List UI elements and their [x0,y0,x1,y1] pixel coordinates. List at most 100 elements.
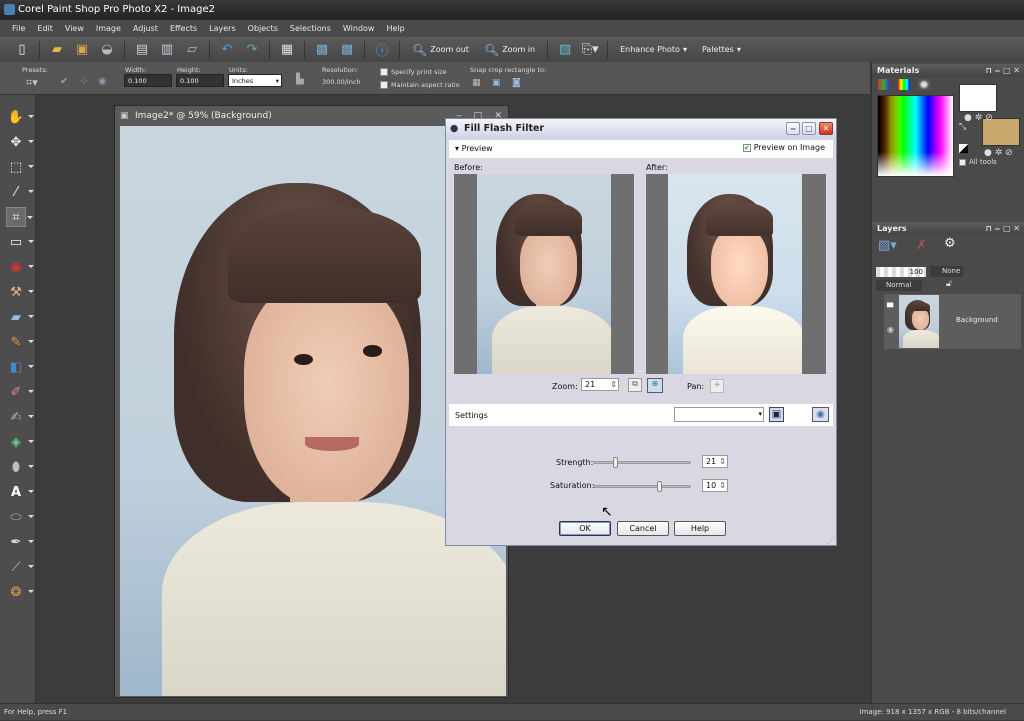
swap-colors-icon[interactable]: ⤡ [959,122,966,132]
fit-preview-icon[interactable]: ⧉ [628,378,642,392]
open-folder-icon[interactable]: ▰ [47,41,67,59]
straighten-tool-icon[interactable]: ▭ [6,232,34,252]
apply-check-icon[interactable]: ✔ [60,76,68,87]
paint-brush-tool-icon[interactable]: ✎ [6,332,34,352]
one-step-fix-icon[interactable]: ▩ [312,41,332,59]
strength-spinner[interactable]: 21 [702,455,728,468]
menu-image[interactable]: Image [90,24,127,33]
resize-grip-icon[interactable]: ⋰ [827,536,835,545]
browse-icon[interactable]: ▣ [72,41,92,59]
height-input[interactable]: 0.100 [176,74,224,87]
palette-window-controls[interactable]: ⊓ ‒ □ ✕ [985,64,1020,77]
menu-view[interactable]: View [59,24,90,33]
red-eye-tool-icon[interactable]: ◉ [6,257,34,277]
crop-preset-icon[interactable]: ⌗▾ [26,76,38,90]
settings-preset-select[interactable]: ▾ [674,407,764,422]
preview-on-image-checkbox[interactable]: ✔ Preview on Image [742,143,825,152]
palette-window-controls[interactable]: ⊓ ‒ □ ✕ [985,222,1020,235]
pen-tool-icon[interactable]: ✒ [6,532,34,552]
reset-colors-icon[interactable] [959,144,968,153]
foreground-swatch[interactable] [959,84,997,112]
width-input[interactable]: 0.100 [124,74,172,87]
zoom-out-button[interactable]: 🔍︎ Zoom out [407,43,474,57]
slider-thumb[interactable] [613,457,619,468]
all-tools-checkbox[interactable]: All tools [959,158,997,166]
smudge-tool-icon[interactable]: ✍ [6,407,34,427]
menu-help[interactable]: Help [380,24,410,33]
saturation-slider[interactable] [593,481,691,492]
menu-layers[interactable]: Layers [203,24,241,33]
checkbox[interactable] [380,68,388,76]
picture-tube-icon[interactable]: ❂ [6,582,34,602]
new-layer-icon[interactable]: ▨▾ [878,238,897,253]
undo-icon[interactable]: ↶ [217,41,237,59]
enhance-photo-menu[interactable]: Enhance Photo ▾ [615,45,692,54]
color-picker[interactable] [877,95,954,177]
warp-brush-icon[interactable]: ⟋ [6,557,34,577]
text-tool-icon[interactable]: A [6,482,34,502]
snap-image-icon[interactable]: ◙ [512,78,521,88]
layer-item-background[interactable]: ▀ ◉ Background [884,294,1021,349]
saturation-spinner[interactable]: 10 [702,479,728,492]
copy-dropdown-icon[interactable]: ⎘▾ [580,41,600,59]
crop-tool-icon[interactable]: ⌗ [6,207,33,227]
reset-icon[interactable]: ◉ [812,407,829,422]
clone-tool-icon[interactable]: ⚒ [6,282,34,302]
menu-edit[interactable]: Edit [31,24,59,33]
brush-variance-icon[interactable]: ⬮ [6,457,34,477]
save-preset-icon[interactable]: ▣ [769,407,784,422]
units-select[interactable]: Inches ▾ [228,74,282,87]
after-preview[interactable] [646,174,826,374]
eraser-tool-icon[interactable]: ✐ [6,382,34,402]
strength-slider[interactable] [593,457,691,468]
dropper-tool-icon[interactable]: ⁄ [6,182,34,202]
layers-palette-header[interactable]: Layers ⊓ ‒ □ ✕ [872,222,1024,235]
smart-fix-icon[interactable]: ▩ [337,41,357,59]
save-as-icon[interactable]: ▥ [157,41,177,59]
redo-icon[interactable]: ↷ [242,41,262,59]
before-preview[interactable] [454,174,634,374]
preview-toggle[interactable]: ▾ Preview [455,144,493,153]
print-icon[interactable]: ▱ [182,41,202,59]
rainbow-tab-icon[interactable] [898,79,910,90]
crop-as-new-icon[interactable]: ⊹ [80,76,88,87]
clear-icon[interactable]: ◉ [98,76,107,87]
organizer-icon[interactable]: ▧ [555,41,575,59]
info-icon[interactable]: ⓘ [372,41,392,59]
pan-icon[interactable]: + [710,379,724,393]
frame-tab-icon[interactable] [878,79,890,90]
cancel-button[interactable]: Cancel [617,521,669,536]
snap-selection-icon[interactable]: ▦ [472,78,481,88]
visibility-eye-icon[interactable]: ◉ [887,325,894,334]
shape-tool-icon[interactable]: ⬭ [6,507,34,527]
minimize-button[interactable]: ‒ [786,122,800,135]
save-icon[interactable]: ▤ [132,41,152,59]
specify-print-size-checkbox[interactable]: Specify print size [380,68,447,76]
materials-palette-header[interactable]: Materials ⊓ ‒ □ ✕ [872,64,1024,77]
dodge-tool-icon[interactable]: ▰ [6,307,34,327]
pan-tool-icon[interactable]: ✋ [6,107,34,127]
zoom-in-button[interactable]: 🔍︎ Zoom in [479,43,540,57]
checkbox[interactable] [380,81,388,89]
selection-tool-icon[interactable]: ⬚ [6,157,34,177]
scan-icon[interactable]: ◒ [97,41,117,59]
maximize-button[interactable]: □ [802,122,816,135]
blend-mask-select[interactable]: None [930,266,963,277]
color-replacer-tool-icon[interactable]: ◧ [6,357,34,377]
swatches-tab-icon[interactable] [918,79,930,90]
crop-resize-icon[interactable]: ▦ [277,41,297,59]
menu-effects[interactable]: Effects [164,24,203,33]
check-icon[interactable]: ✔ [742,143,751,152]
menu-adjust[interactable]: Adjust [127,24,164,33]
lock-icon[interactable]: 🔓︎ [946,279,952,289]
layer-group-icon[interactable]: ▀ [887,303,893,312]
pick-tool-icon[interactable]: ✥ [6,132,34,152]
new-file-icon[interactable]: ▯ [12,41,32,59]
zoom-to-preview-icon[interactable]: ⊕ [647,378,663,393]
flood-fill-tool-icon[interactable]: ◈ [6,432,34,452]
blend-mode-select[interactable]: Normal [876,280,922,291]
dialog-title-bar[interactable]: ● Fill Flash Filter ‒ □ ✕ [446,119,836,139]
menu-objects[interactable]: Objects [242,24,284,33]
material-icons[interactable]: ● ✲ ⊘ [964,113,993,123]
snap-layer-icon[interactable]: ▣ [492,78,501,88]
